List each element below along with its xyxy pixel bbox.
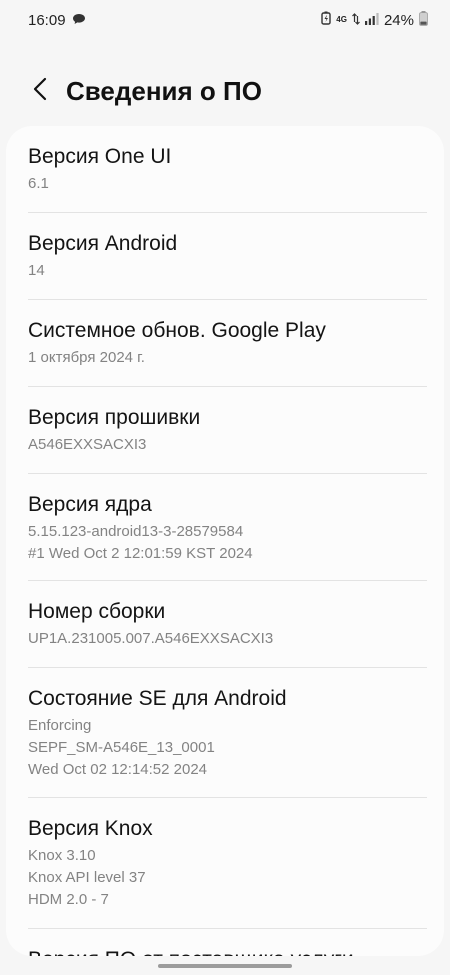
item-title: Версия ПО от поставщика услуги bbox=[28, 929, 422, 956]
item-value: UP1A.231005.007.A546EXXSACXI3 bbox=[28, 630, 274, 647]
list-item-google-play-update[interactable]: Системное обнов. Google Play 1 октября 2… bbox=[6, 300, 444, 387]
item-value: SEPF_SM-A546E_13_0001 bbox=[28, 739, 215, 756]
list-item-knox-version[interactable]: Версия Knox Knox 3.10 Knox API level 37 … bbox=[6, 798, 444, 929]
list-item-build-number[interactable]: Номер сборки UP1A.231005.007.A546EXXSACX… bbox=[6, 581, 444, 668]
status-bar-right: 4G 24% bbox=[321, 10, 428, 30]
list-item-baseband-version[interactable]: Версия прошивки A546EXXSACXI3 bbox=[6, 387, 444, 474]
item-title: Состояние SE для Android bbox=[28, 687, 287, 710]
list-item-se-android-status[interactable]: Состояние SE для Android Enforcing SEPF_… bbox=[6, 668, 444, 798]
item-title: Версия прошивки bbox=[28, 406, 201, 429]
item-value: A546EXXSACXI3 bbox=[28, 436, 147, 453]
item-value: 5.15.123-android13-3-28579584 bbox=[28, 523, 244, 540]
item-value: Wed Oct 02 12:14:52 2024 bbox=[28, 761, 208, 778]
network-type-label: 4G bbox=[336, 15, 347, 24]
navigation-handle[interactable] bbox=[158, 964, 292, 968]
chevron-left-icon bbox=[33, 77, 47, 106]
item-value: 6.1 bbox=[28, 175, 49, 192]
list-item-android-version[interactable]: Версия Android 14 bbox=[6, 213, 444, 300]
battery-icon bbox=[419, 10, 428, 30]
list-item-kernel-version[interactable]: Версия ядра 5.15.123-android13-3-2857958… bbox=[6, 474, 444, 581]
item-value: Knox 3.10 bbox=[28, 847, 96, 864]
item-value: #1 Wed Oct 2 12:01:59 KST 2024 bbox=[28, 545, 253, 562]
item-title: Версия ядра bbox=[28, 493, 152, 516]
status-time: 16:09 bbox=[28, 11, 66, 29]
item-title: Системное обнов. Google Play bbox=[28, 319, 326, 342]
item-title: Версия Knox bbox=[28, 817, 153, 840]
page-title: Сведения о ПО bbox=[66, 75, 262, 106]
status-bar: 16:09 4G 24% bbox=[0, 0, 450, 40]
signal-icon bbox=[364, 12, 379, 29]
item-value: 1 октября 2024 г. bbox=[28, 349, 145, 366]
item-title: Версия Android bbox=[28, 232, 178, 255]
battery-percent: 24% bbox=[383, 11, 414, 29]
list-item-one-ui-version[interactable]: Версия One UI 6.1 bbox=[6, 126, 444, 213]
item-value: Knox API level 37 bbox=[28, 869, 146, 886]
back-button[interactable] bbox=[18, 69, 62, 113]
item-title: Версия One UI bbox=[28, 145, 172, 168]
status-bar-left: 16:09 bbox=[28, 12, 86, 29]
app-header: Сведения о ПО bbox=[0, 68, 450, 114]
item-value: Enforcing bbox=[28, 717, 92, 734]
item-value: 14 bbox=[28, 262, 45, 279]
battery-saver-icon bbox=[321, 11, 331, 29]
item-value: HDM 2.0 - 7 bbox=[28, 891, 109, 908]
chat-bubble-icon bbox=[72, 12, 86, 29]
data-arrows-icon bbox=[352, 12, 360, 29]
list-item-carrier-software-version[interactable]: Версия ПО от поставщика услуги bbox=[6, 929, 444, 956]
software-info-list: Версия One UI 6.1 Версия Android 14 Сист… bbox=[6, 126, 444, 956]
item-title: Номер сборки bbox=[28, 600, 166, 623]
